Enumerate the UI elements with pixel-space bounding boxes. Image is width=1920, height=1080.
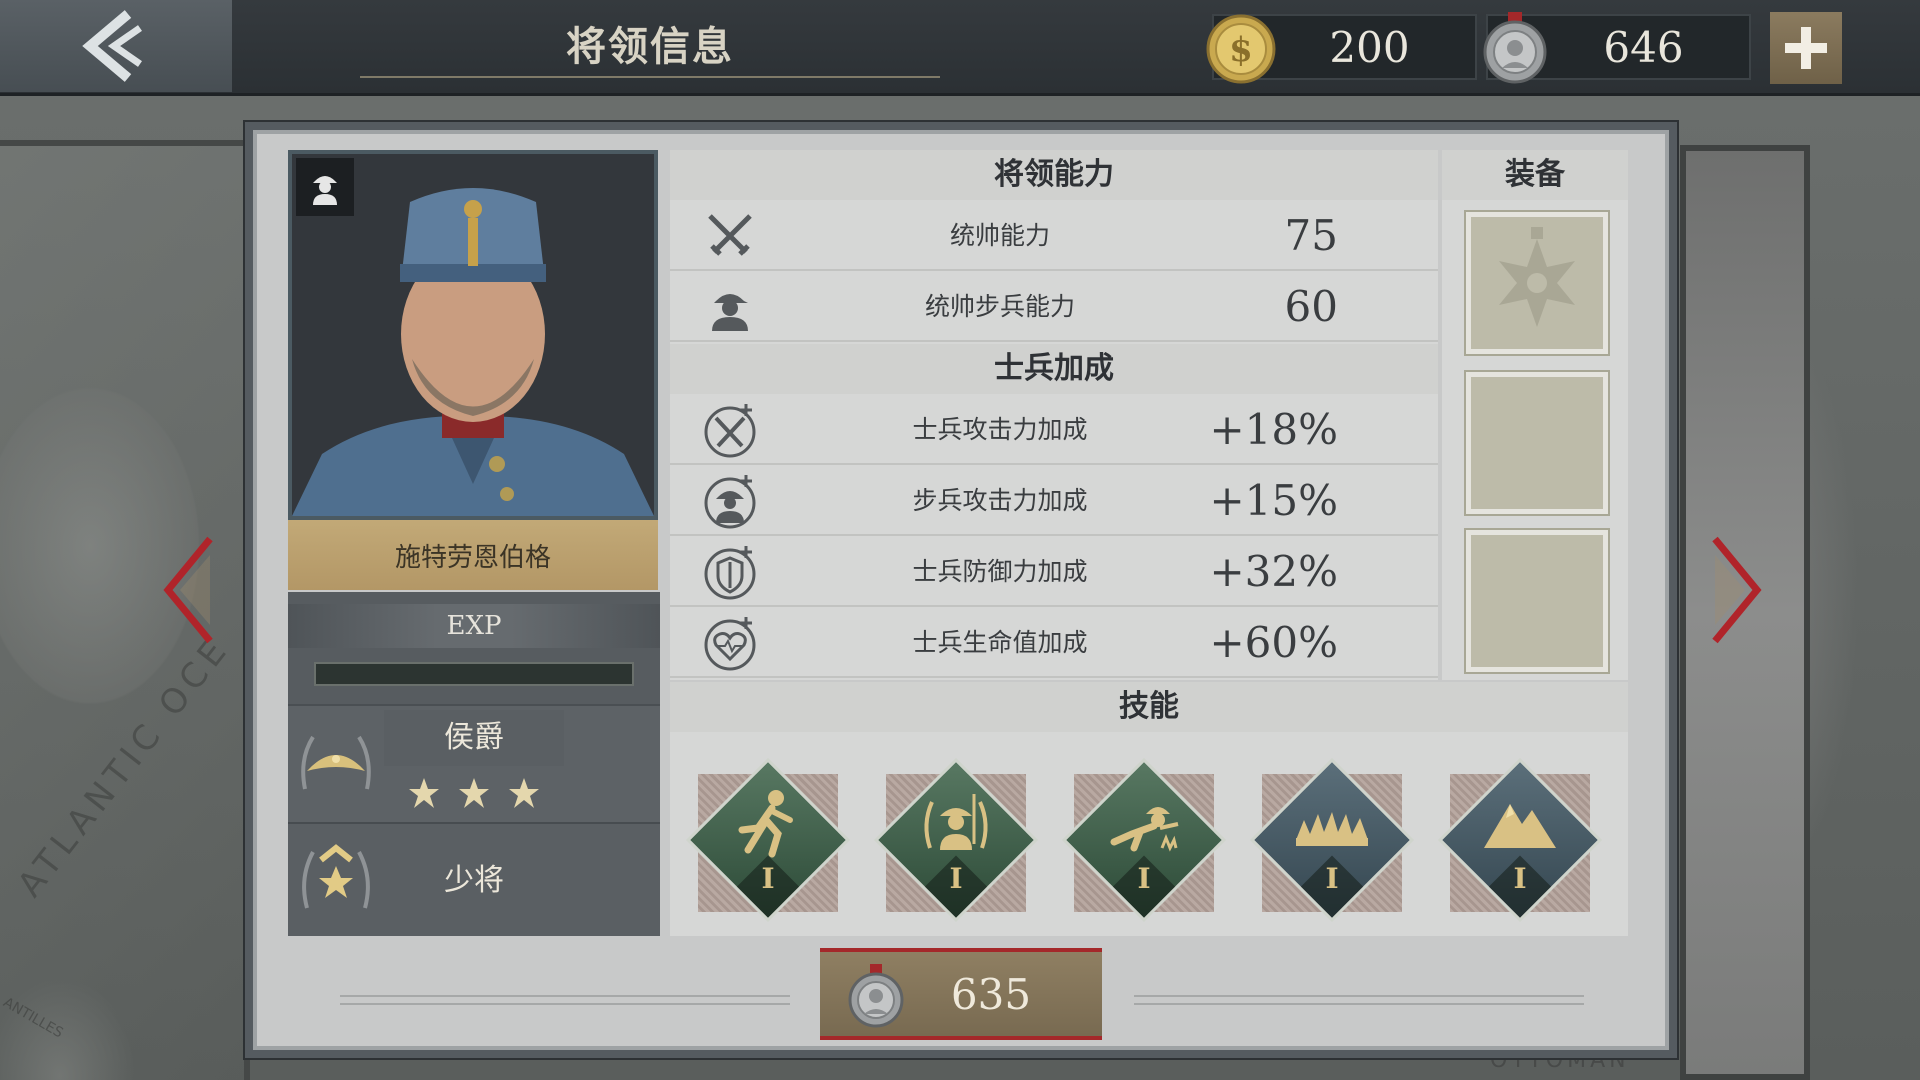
bonus-icon-wrap xyxy=(702,473,758,529)
equipment-heading: 装备 xyxy=(1442,150,1628,200)
bonus-label: 士兵生命值加成 xyxy=(912,628,1088,657)
military-title: 少将 xyxy=(444,863,504,898)
gold-coin-icon: $ xyxy=(1206,14,1276,84)
bonus-value: +15% xyxy=(1209,476,1338,525)
experience-box: EXP xyxy=(288,592,660,704)
footer-divider-right xyxy=(1134,995,1584,1005)
general-name: 施特劳恩伯格 xyxy=(394,542,551,573)
skills-heading: 技能 xyxy=(670,682,1628,732)
bonus-icon-wrap xyxy=(702,544,758,600)
exp-progress-bar xyxy=(314,662,634,686)
military-rank-icon xyxy=(302,844,370,909)
silver-currency: 646 xyxy=(1483,12,1751,84)
equipment-slot-3[interactable] xyxy=(1466,530,1608,672)
crawling-soldier-icon xyxy=(1110,807,1179,852)
ability-row: 统帅能力 75 xyxy=(670,200,1438,271)
ability-value: 75 xyxy=(1284,211,1338,260)
skill-level: I xyxy=(949,862,963,895)
add-currency-button[interactable] xyxy=(1770,12,1842,84)
svg-text:$: $ xyxy=(1229,30,1253,70)
plus-icon xyxy=(1785,27,1827,69)
silver-medal-icon xyxy=(1483,12,1547,84)
skills-row: I I I I I xyxy=(670,732,1628,936)
rank-stars xyxy=(384,770,564,816)
ability-row: 统帅步兵能力 60 xyxy=(670,271,1438,342)
military-rank-icon-wrap xyxy=(288,824,384,936)
bonus-label: 士兵防御力加成 xyxy=(912,557,1088,586)
infantry-soldier-icon xyxy=(712,294,748,331)
general-type-badge xyxy=(296,158,354,216)
equipment-slot-2[interactable] xyxy=(1466,372,1608,514)
footer-divider-left xyxy=(340,995,790,1005)
general-portrait xyxy=(288,150,658,520)
bonus-row: 士兵防御力加成 +32% xyxy=(670,536,1438,607)
skill-slot[interactable]: I xyxy=(678,744,858,924)
health-bonus-icon xyxy=(704,617,756,671)
skill-level: I xyxy=(761,862,775,895)
bicorne-hat-icon xyxy=(301,735,371,790)
mountain-icon xyxy=(1484,804,1556,848)
ability-icon-wrap xyxy=(702,208,758,264)
ability-label: 统帅步兵能力 xyxy=(924,292,1075,321)
previous-general-arrow-icon[interactable] xyxy=(160,535,220,645)
bonuses-heading: 士兵加成 xyxy=(670,344,1438,394)
equipment-slot-1[interactable] xyxy=(1466,212,1608,354)
defense-bonus-icon xyxy=(704,546,756,600)
skill-slot[interactable]: I xyxy=(1054,744,1234,924)
bonus-icon-wrap xyxy=(702,615,758,671)
ability-icon-wrap xyxy=(702,279,758,335)
page-title-wrap: 将领信息 xyxy=(360,14,940,78)
abilities-heading: 将领能力 xyxy=(670,150,1438,200)
bonus-value: +60% xyxy=(1209,618,1338,667)
exp-label: EXP xyxy=(288,604,660,648)
crossed-swords-icon xyxy=(708,214,752,256)
bonus-label: 步兵攻击力加成 xyxy=(912,486,1088,515)
back-button[interactable] xyxy=(0,0,232,92)
general-name-plate: 施特劳恩伯格 xyxy=(288,520,658,590)
star-icon xyxy=(409,778,439,808)
bonus-value: +18% xyxy=(1209,405,1338,454)
skill-slot[interactable]: I xyxy=(866,744,1046,924)
ability-label: 统帅能力 xyxy=(949,221,1050,250)
nobility-rank-box: 侯爵 xyxy=(288,704,660,822)
page-title: 将领信息 xyxy=(566,23,734,70)
running-soldier-icon xyxy=(738,790,793,858)
next-general-arrow-icon[interactable] xyxy=(1705,535,1765,645)
skill-level: I xyxy=(1325,862,1339,895)
bonus-row: 步兵攻击力加成 +15% xyxy=(670,465,1438,536)
star-icon xyxy=(509,778,539,808)
footer-cost-button[interactable]: 635 xyxy=(820,948,1102,1040)
bonus-row: 士兵生命值加成 +60% xyxy=(670,607,1438,678)
skill-level: I xyxy=(1513,862,1527,895)
silver-medal-icon xyxy=(848,964,904,1028)
top-bar: 将领信息 $ 200 646 xyxy=(0,0,1920,96)
skill-slot[interactable]: I xyxy=(1242,744,1422,924)
order-medal-icon xyxy=(1499,227,1575,327)
star-icon xyxy=(459,778,489,808)
skill-level: I xyxy=(1137,862,1151,895)
skill-slot[interactable]: I xyxy=(1430,744,1610,924)
military-title-box: 少将 xyxy=(288,822,660,936)
equipment-column: 装备 xyxy=(1442,150,1628,680)
nobility-hat-icon-wrap xyxy=(288,706,384,822)
bonus-value: +32% xyxy=(1209,547,1338,596)
attack-bonus-icon xyxy=(704,404,756,458)
bonus-label: 士兵攻击力加成 xyxy=(912,415,1088,444)
infantry-attack-bonus-icon xyxy=(704,475,756,529)
back-arrow-icon xyxy=(82,10,142,82)
laurel-soldier-icon xyxy=(924,794,988,850)
bonus-icon-wrap xyxy=(702,402,758,458)
gold-currency: $ 200 xyxy=(1206,14,1477,84)
nobility-rank: 侯爵 xyxy=(384,710,564,766)
ability-value: 60 xyxy=(1284,282,1338,331)
infantry-soldier-icon xyxy=(313,176,337,205)
barbed-wire-icon xyxy=(1296,812,1368,846)
bonus-row: 士兵攻击力加成 +18% xyxy=(670,394,1438,465)
stats-table: 将领能力 统帅能力 75 统帅步兵能力 60 士兵加成 士兵攻击力加成 +18%… xyxy=(670,150,1438,680)
